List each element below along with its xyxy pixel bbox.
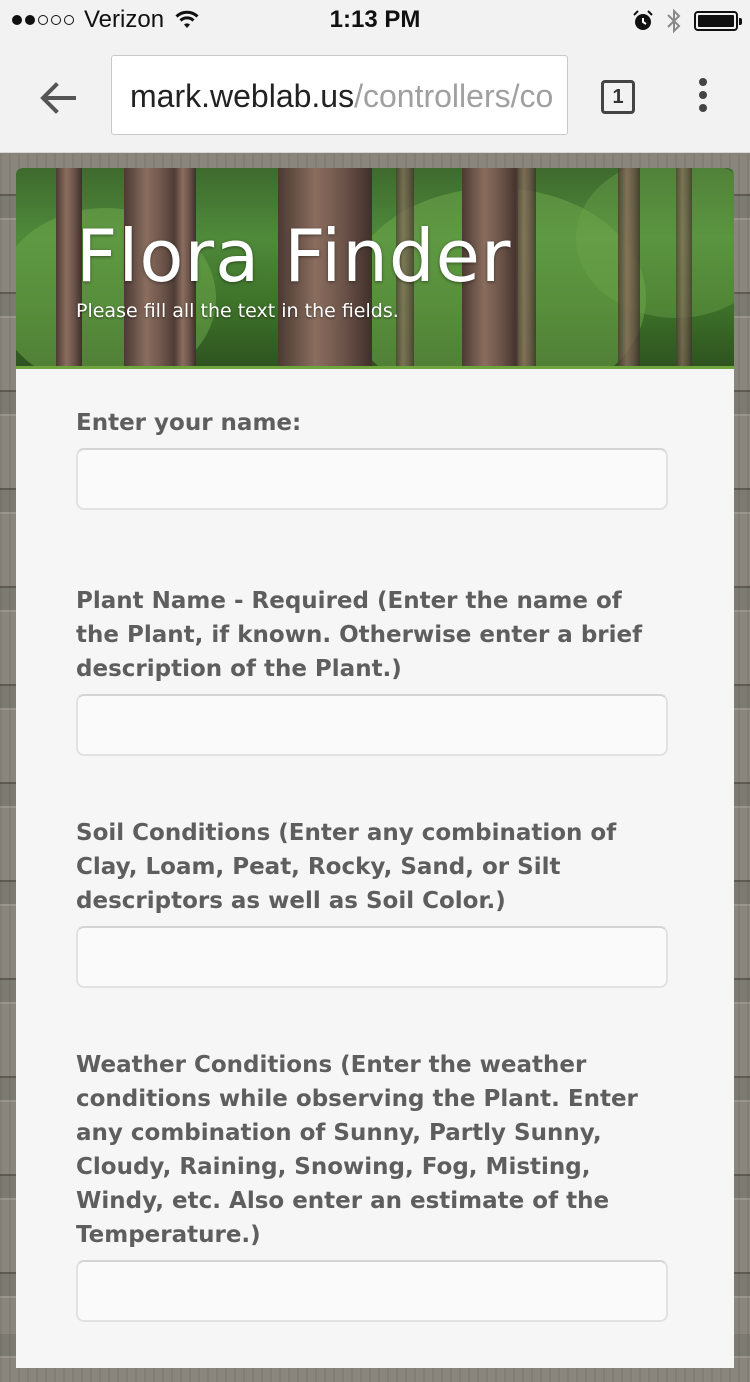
weather-conditions-field[interactable] bbox=[76, 1260, 668, 1322]
page-subtitle: Please fill all the text in the fields. bbox=[76, 300, 399, 322]
plant-form: Enter your name: Plant Name - Required (… bbox=[76, 406, 668, 1382]
plant-name-label: Plant Name - Required (Enter the name of… bbox=[76, 588, 643, 682]
header-banner: Flora Finder Please fill all the text in… bbox=[16, 168, 734, 369]
field-group-weather: Weather Conditions (Enter the weather co… bbox=[76, 1048, 668, 1322]
soil-conditions-field[interactable] bbox=[76, 926, 668, 988]
url-path: /controllers/co bbox=[354, 78, 554, 114]
overflow-menu-icon[interactable] bbox=[696, 78, 710, 118]
field-group-soil: Soil Conditions (Enter any combination o… bbox=[76, 816, 668, 988]
alarm-icon bbox=[633, 10, 653, 30]
address-bar[interactable]: mark.weblab.us/controllers/co bbox=[111, 55, 568, 135]
status-right bbox=[632, 8, 742, 34]
url-host: mark.weblab.us bbox=[130, 78, 355, 114]
soil-conditions-label: Soil Conditions (Enter any combination o… bbox=[76, 820, 617, 914]
status-bar: Verizon 1:13 PM bbox=[0, 0, 750, 40]
battery-icon bbox=[694, 11, 742, 31]
weather-conditions-label: Weather Conditions (Enter the weather co… bbox=[76, 1052, 638, 1248]
name-field[interactable] bbox=[76, 448, 668, 510]
page-title: Flora Finder bbox=[76, 214, 512, 298]
tab-switcher-icon[interactable]: 1 bbox=[601, 80, 635, 114]
plant-name-field[interactable] bbox=[76, 694, 668, 756]
field-group-name: Enter your name: bbox=[76, 406, 668, 510]
bluetooth-icon bbox=[667, 8, 681, 34]
name-label: Enter your name: bbox=[76, 410, 302, 436]
browser-toolbar: mark.weblab.us/controllers/co 1 bbox=[0, 40, 750, 153]
back-arrow-icon[interactable] bbox=[36, 76, 80, 120]
field-group-plant-name: Plant Name - Required (Enter the name of… bbox=[76, 584, 668, 756]
